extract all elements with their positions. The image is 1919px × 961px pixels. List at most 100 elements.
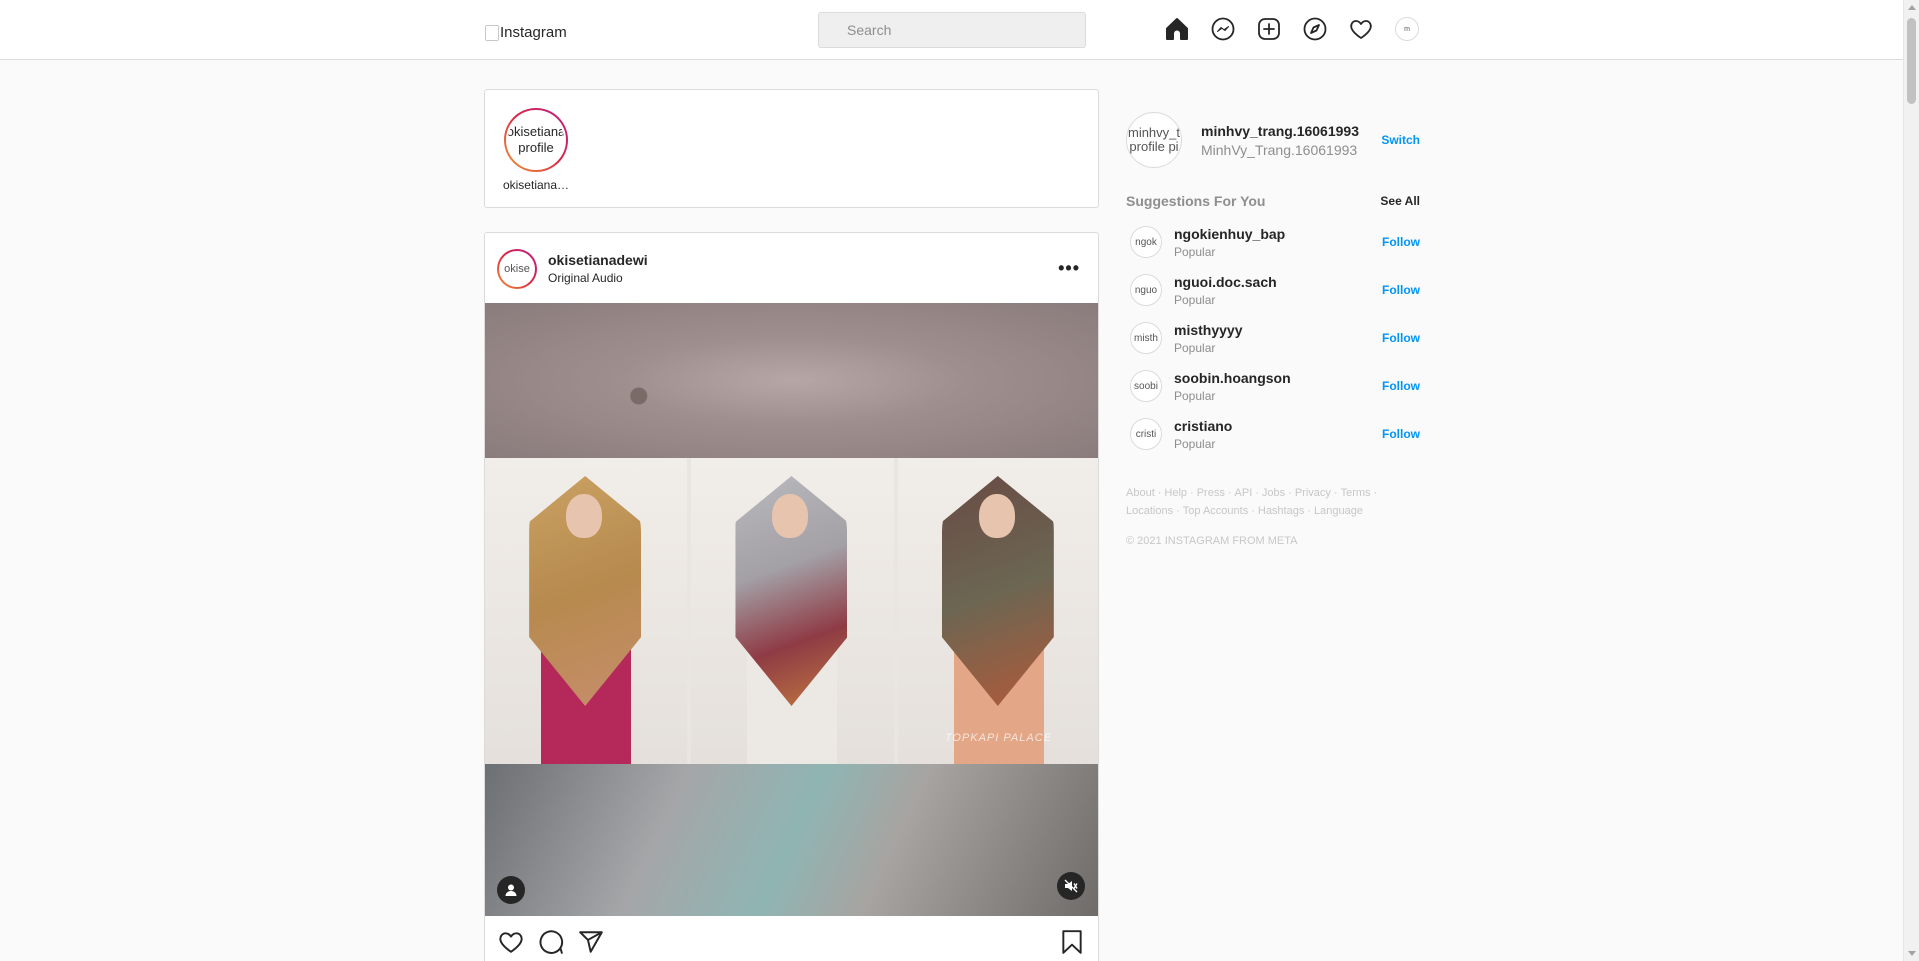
- suggestions-list: ngok ngokienhuy_bap Popular Follow nguo …: [1126, 218, 1420, 458]
- story-username: okisetiana…: [502, 178, 570, 192]
- more-options-icon[interactable]: •••: [1058, 258, 1080, 279]
- footer-links-row-1: About · Help · Press · API · Jobs · Privacy · Terms ·: [1126, 484, 1386, 502]
- comment-icon[interactable]: [538, 929, 564, 955]
- figure-left: [511, 476, 661, 764]
- suggestion-item: cristi cristiano Popular Follow: [1126, 410, 1420, 458]
- separator: ·: [1373, 487, 1378, 499]
- copyright-text: © 2021 INSTAGRAM FROM META: [1126, 535, 1298, 547]
- story-ring: okisetiana profile: [504, 108, 568, 172]
- suggestion-reason: Popular: [1174, 437, 1216, 451]
- footer-link[interactable]: Top Accounts: [1183, 505, 1248, 517]
- current-user-username[interactable]: minhvy_trang.16061993: [1201, 123, 1359, 139]
- page-scrollbar[interactable]: [1903, 0, 1919, 961]
- suggestion-username[interactable]: ngokienhuy_bap: [1174, 226, 1285, 242]
- footer-link[interactable]: Language: [1314, 505, 1363, 517]
- broken-image-icon: [485, 24, 499, 41]
- footer-link[interactable]: API: [1235, 487, 1253, 499]
- face-shape: [978, 494, 1015, 538]
- post-header: okise okisetianadewi Original Audio •••: [485, 233, 1098, 303]
- scrollbar-thumb[interactable]: [1907, 18, 1916, 104]
- suggestion-item: misth misthyyyy Popular Follow: [1126, 314, 1420, 362]
- media-panels: TOPKAPI PALACE: [485, 458, 1098, 764]
- post-avatar[interactable]: okise: [497, 249, 537, 289]
- profile-avatar[interactable]: m: [1395, 17, 1419, 41]
- suggestion-avatar[interactable]: misth: [1130, 322, 1162, 354]
- separator: ·: [1227, 487, 1232, 499]
- footer-link[interactable]: About: [1126, 487, 1155, 499]
- post-avatar-alt: okise: [499, 251, 535, 287]
- post-username[interactable]: okisetianadewi: [548, 252, 648, 268]
- follow-button[interactable]: Follow: [1382, 379, 1420, 393]
- media-panel-left: [485, 458, 688, 764]
- nav-icon-group: m: [1165, 17, 1419, 41]
- suggestion-item: ngok ngokienhuy_bap Popular Follow: [1126, 218, 1420, 266]
- suggestion-username[interactable]: nguoi.doc.sach: [1174, 274, 1277, 290]
- suggestion-username[interactable]: misthyyyy: [1174, 322, 1242, 338]
- figure-right: [924, 476, 1074, 764]
- scroll-down-arrow-icon[interactable]: [1908, 951, 1916, 956]
- story-avatar: okisetiana profile: [506, 110, 566, 170]
- separator: ·: [1157, 487, 1162, 499]
- footer-link[interactable]: Jobs: [1262, 487, 1285, 499]
- suggestion-username[interactable]: soobin.hoangson: [1174, 370, 1291, 386]
- footer-link[interactable]: Help: [1164, 487, 1187, 499]
- separator: ·: [1176, 505, 1180, 517]
- separator: ·: [1307, 505, 1312, 517]
- logo-alt-text: Instagram: [500, 24, 567, 41]
- top-nav-bar: Instagram m: [0, 0, 1903, 60]
- stories-tray: okisetiana profile okisetiana…: [484, 89, 1099, 208]
- footer-link[interactable]: Locations: [1126, 505, 1173, 517]
- suggestion-reason: Popular: [1174, 293, 1216, 307]
- footer-link[interactable]: Hashtags: [1258, 505, 1304, 517]
- suggestion-avatar[interactable]: soobi: [1130, 370, 1162, 402]
- post-actions-bar: [485, 916, 1098, 961]
- save-bookmark-icon[interactable]: [1059, 929, 1085, 955]
- messenger-icon[interactable]: [1211, 17, 1235, 41]
- media-panel-middle: [691, 458, 894, 764]
- follow-button[interactable]: Follow: [1382, 331, 1420, 345]
- face-shape: [772, 494, 809, 538]
- home-icon[interactable]: [1165, 17, 1189, 41]
- footer-link[interactable]: Privacy: [1295, 487, 1331, 499]
- follow-button[interactable]: Follow: [1382, 283, 1420, 297]
- profile-avatar-alt: m: [1404, 25, 1410, 33]
- explore-compass-icon[interactable]: [1303, 17, 1327, 41]
- new-post-icon[interactable]: [1257, 17, 1281, 41]
- footer-link[interactable]: Terms: [1341, 487, 1371, 499]
- separator: ·: [1333, 487, 1338, 499]
- current-user-avatar[interactable]: minhvy_t profile pi: [1126, 112, 1182, 168]
- mute-audio-icon[interactable]: [1057, 872, 1085, 900]
- suggestion-avatar[interactable]: ngok: [1130, 226, 1162, 258]
- scroll-up-arrow-icon[interactable]: [1908, 5, 1916, 10]
- suggestion-reason: Popular: [1174, 245, 1216, 259]
- activity-heart-icon[interactable]: [1349, 17, 1373, 41]
- face-shape: [566, 494, 603, 538]
- tagged-user-icon[interactable]: [497, 876, 525, 904]
- media-panel-right: TOPKAPI PALACE: [897, 458, 1098, 764]
- suggestion-item: soobi soobin.hoangson Popular Follow: [1126, 362, 1420, 410]
- post-media-video[interactable]: TOPKAPI PALACE: [485, 303, 1098, 916]
- story-item[interactable]: okisetiana profile okisetiana…: [498, 108, 574, 192]
- separator: ·: [1255, 487, 1259, 499]
- share-icon[interactable]: [578, 929, 604, 955]
- like-icon[interactable]: [498, 929, 524, 955]
- suggestions-heading: Suggestions For You: [1126, 193, 1266, 209]
- switch-account-button[interactable]: Switch: [1381, 133, 1420, 147]
- suggestion-avatar[interactable]: nguo: [1130, 274, 1162, 306]
- follow-button[interactable]: Follow: [1382, 235, 1420, 249]
- post-audio-label[interactable]: Original Audio: [548, 271, 623, 285]
- suggestion-username[interactable]: cristiano: [1174, 418, 1232, 434]
- feed-post: okise okisetianadewi Original Audio •••: [484, 232, 1099, 961]
- see-all-button[interactable]: See All: [1380, 194, 1420, 208]
- suggestion-reason: Popular: [1174, 389, 1216, 403]
- suggestion-avatar[interactable]: cristi: [1130, 418, 1162, 450]
- footer-link[interactable]: Press: [1197, 487, 1225, 499]
- footer-links-row-2: Locations · Top Accounts · Hashtags · Language: [1126, 502, 1386, 520]
- media-watermark: TOPKAPI PALACE: [944, 732, 1052, 744]
- instagram-logo[interactable]: Instagram: [485, 24, 567, 41]
- follow-button[interactable]: Follow: [1382, 427, 1420, 441]
- suggestion-item: nguo nguoi.doc.sach Popular Follow: [1126, 266, 1420, 314]
- figure-middle: [717, 476, 867, 764]
- search-input[interactable]: [818, 12, 1086, 48]
- separator: ·: [1288, 487, 1292, 499]
